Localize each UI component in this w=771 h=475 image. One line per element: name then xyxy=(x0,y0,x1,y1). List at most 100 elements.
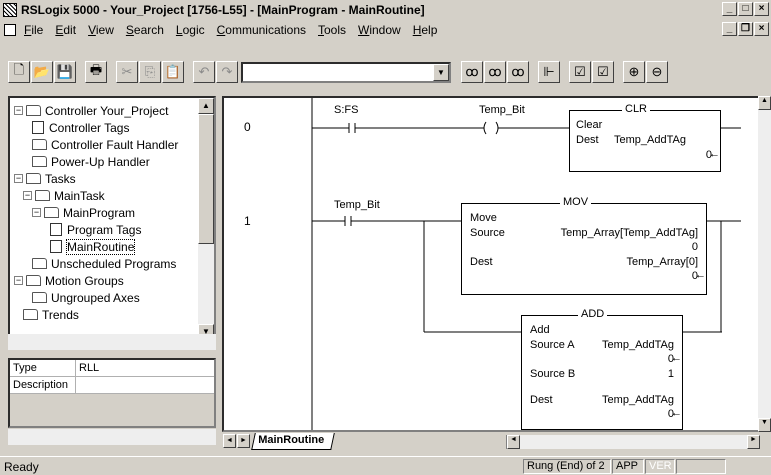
tree-item[interactable]: Controller Tags xyxy=(32,119,129,136)
document-icon xyxy=(50,223,62,236)
zoom-out-icon[interactable]: ⊖ xyxy=(646,61,668,83)
zoom-in-icon[interactable]: ⊕ xyxy=(623,61,645,83)
tree-item[interactable]: − Controller Your_Project xyxy=(14,102,168,119)
tab-mainroutine[interactable]: MainRoutine xyxy=(251,432,335,450)
menu-tools[interactable]: Tools xyxy=(318,23,346,37)
controller-organizer-tree[interactable]: − Controller Your_Project Controller Tags C… xyxy=(8,96,216,342)
add-source-b-value[interactable]: 1 xyxy=(668,368,674,380)
tree-item[interactable]: Controller Fault Handler xyxy=(32,136,178,153)
scroll-right-icon[interactable]: ► xyxy=(747,435,760,449)
tab-right-arrow-icon[interactable]: ► xyxy=(237,434,250,448)
status-app: APP xyxy=(612,459,644,474)
tree-item-label: Controller Your_Project xyxy=(45,103,169,118)
doc-minimize-button[interactable]: _ xyxy=(722,22,737,36)
menu-help[interactable]: Help xyxy=(413,23,438,37)
tree-item[interactable]: − Tasks xyxy=(14,170,76,187)
ladder-hscroll[interactable]: ◄ ► xyxy=(506,435,760,449)
tree-item[interactable]: MainRoutine xyxy=(50,238,136,255)
menu-search[interactable]: Search xyxy=(126,23,164,37)
folder-icon xyxy=(32,156,47,167)
document-icon xyxy=(32,121,44,134)
collapse-icon[interactable]: − xyxy=(23,191,32,200)
verify-routine-icon[interactable]: ☑ xyxy=(569,61,591,83)
doc-restore-button[interactable]: ❐ xyxy=(738,22,753,36)
clr-instruction[interactable]: CLR Clear Dest Temp_AddTAg 0 ← xyxy=(569,103,721,172)
arrow-left-icon: ← xyxy=(709,148,720,160)
doc-close-button[interactable]: × xyxy=(754,22,769,36)
collapse-icon[interactable]: − xyxy=(14,106,23,115)
folder-icon xyxy=(44,207,59,218)
folder-icon xyxy=(32,258,47,269)
scroll-up-icon[interactable]: ▲ xyxy=(198,98,214,114)
tree-hscroll[interactable] xyxy=(8,334,216,350)
ladder-editor[interactable]: 0 1 S:FS Temp_Bit Temp_Bit CLR Clear Des… xyxy=(222,96,760,432)
scroll-up-icon[interactable]: ▲ xyxy=(758,96,771,110)
tree-item-label: Program Tags xyxy=(67,222,142,237)
mov-instruction[interactable]: MOV Move Source Temp_Array[Temp_AddTAg] … xyxy=(461,196,707,295)
tree-item[interactable]: Unscheduled Programs xyxy=(32,255,176,272)
xic-tag-temp-bit[interactable]: Temp_Bit xyxy=(334,199,380,211)
tree-item[interactable]: − MainTask xyxy=(23,187,105,204)
collapse-icon[interactable]: − xyxy=(32,208,41,217)
scroll-down-icon[interactable]: ▼ xyxy=(758,418,771,432)
menu-communications[interactable]: Communications xyxy=(217,23,306,37)
menu-view[interactable]: View xyxy=(88,23,114,37)
menu-edit[interactable]: Edit xyxy=(55,23,76,37)
replace-icon[interactable]: ꝏ xyxy=(507,61,529,83)
menu-bar: File Edit View Search Logic Communicatio… xyxy=(0,20,771,39)
props-row-description: Description xyxy=(10,377,214,394)
document-icon xyxy=(4,23,16,36)
search-combo[interactable]: ▼ xyxy=(241,61,451,83)
props-hscroll[interactable] xyxy=(8,429,216,445)
tree-item-label: Motion Groups xyxy=(45,273,124,288)
copy-icon[interactable]: ⎘ xyxy=(139,61,161,83)
menu-file[interactable]: File xyxy=(24,23,43,37)
find-next-icon[interactable]: ꝏ xyxy=(484,61,506,83)
print-icon[interactable]: 🖶 xyxy=(85,61,107,83)
save-icon[interactable]: 💾 xyxy=(54,61,76,83)
maximize-button[interactable]: □ xyxy=(738,2,753,16)
folder-icon xyxy=(26,173,41,184)
minimize-button[interactable]: _ xyxy=(722,2,737,16)
title-bar: RSLogix 5000 - Your_Project [1756-L55] -… xyxy=(0,0,771,20)
verify-icon[interactable]: ⊩ xyxy=(538,61,560,83)
tree-item[interactable]: Program Tags xyxy=(50,221,141,238)
add-source-a-tag[interactable]: Temp_AddTAg xyxy=(602,339,674,351)
new-icon[interactable]: 🗋 xyxy=(8,61,30,83)
clr-dest-tag[interactable]: Temp_AddTAg xyxy=(614,134,686,146)
folder-icon xyxy=(35,190,50,201)
scroll-thumb[interactable] xyxy=(198,114,214,244)
tree-item[interactable]: − Motion Groups xyxy=(14,272,124,289)
tree-item-label: Trends xyxy=(42,307,79,322)
tree-item[interactable]: − MainProgram xyxy=(32,204,135,221)
tree-item-label: Power-Up Handler xyxy=(51,154,150,169)
folder-icon xyxy=(32,139,47,150)
paste-icon[interactable]: 📋 xyxy=(162,61,184,83)
undo-icon[interactable]: ↶ xyxy=(193,61,215,83)
tab-left-arrow-icon[interactable]: ◄ xyxy=(223,434,236,448)
chevron-down-icon[interactable]: ▼ xyxy=(433,63,449,81)
tree-vscroll[interactable]: ▲ ▼ xyxy=(198,98,214,340)
find-icon[interactable]: ꝏ xyxy=(461,61,483,83)
menu-logic[interactable]: Logic xyxy=(176,23,205,37)
menu-window[interactable]: Window xyxy=(358,23,401,37)
rung-number-0: 0 xyxy=(244,120,251,134)
verify-controller-icon[interactable]: ☑ xyxy=(592,61,614,83)
open-icon[interactable]: 📂 xyxy=(31,61,53,83)
close-button[interactable]: × xyxy=(754,2,769,16)
add-instruction[interactable]: ADD Add Source A Temp_AddTAg 0 ← Source … xyxy=(521,308,683,430)
tree-item[interactable]: Trends xyxy=(23,306,79,323)
scroll-left-icon[interactable]: ◄ xyxy=(507,435,520,449)
xic-tag-sfs[interactable]: S:FS xyxy=(334,104,358,116)
mov-source-tag[interactable]: Temp_Array[Temp_AddTAg] xyxy=(561,227,698,239)
mov-dest-tag[interactable]: Temp_Array[0] xyxy=(626,256,698,268)
ladder-vscroll[interactable]: ▲ ▼ xyxy=(758,96,771,432)
collapse-icon[interactable]: − xyxy=(14,174,23,183)
cut-icon[interactable]: ✂ xyxy=(116,61,138,83)
redo-icon[interactable]: ↷ xyxy=(216,61,238,83)
ote-tag-temp-bit[interactable]: Temp_Bit xyxy=(479,104,525,116)
collapse-icon[interactable]: − xyxy=(14,276,23,285)
tree-item[interactable]: Ungrouped Axes xyxy=(32,289,140,306)
tree-item[interactable]: Power-Up Handler xyxy=(32,153,150,170)
add-dest-tag[interactable]: Temp_AddTAg xyxy=(602,394,674,406)
